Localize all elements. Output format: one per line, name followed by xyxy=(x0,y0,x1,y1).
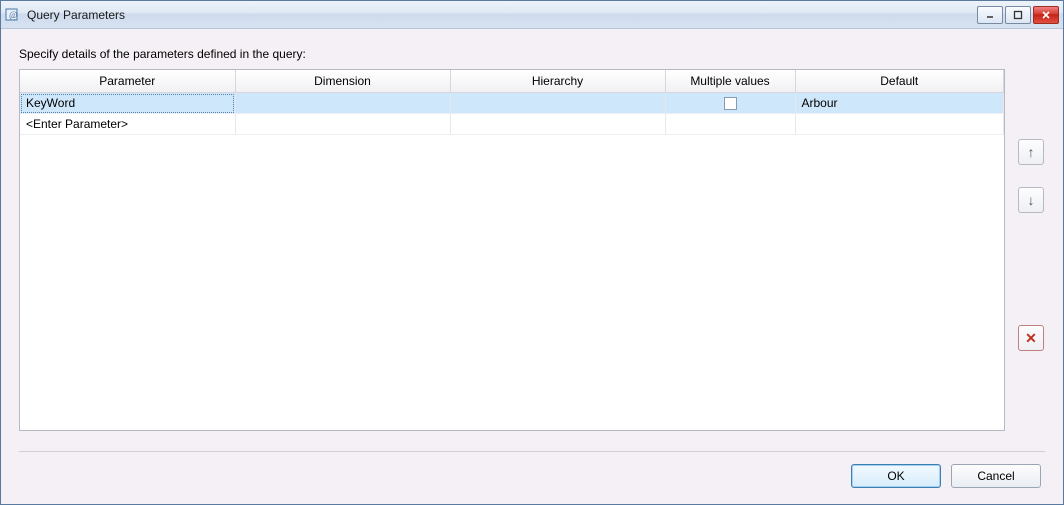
col-header-multiple[interactable]: Multiple values xyxy=(665,70,795,93)
instruction-label: Specify details of the parameters define… xyxy=(19,47,1045,61)
cell-hierarchy[interactable] xyxy=(450,93,665,114)
col-header-default[interactable]: Default xyxy=(795,70,1004,93)
col-header-parameter[interactable]: Parameter xyxy=(20,70,235,93)
move-up-button[interactable]: ↑ xyxy=(1018,139,1044,165)
cell-dimension[interactable] xyxy=(235,93,450,114)
cell-default[interactable] xyxy=(795,114,1004,135)
ok-button[interactable]: OK xyxy=(851,464,941,488)
titlebar[interactable]: @ Query Parameters xyxy=(1,1,1063,29)
header-row: Parameter Dimension Hierarchy Multiple v… xyxy=(20,70,1004,93)
cell-dimension[interactable] xyxy=(235,114,450,135)
minimize-button[interactable] xyxy=(977,6,1003,24)
app-icon: @ xyxy=(5,7,21,23)
arrow-down-icon: ↓ xyxy=(1028,192,1035,208)
move-down-button[interactable]: ↓ xyxy=(1018,187,1044,213)
delete-button[interactable]: ✕ xyxy=(1018,325,1044,351)
table-row[interactable]: <Enter Parameter> xyxy=(20,114,1004,135)
table-row[interactable]: KeyWord Arbour xyxy=(20,93,1004,114)
query-parameters-dialog: @ Query Parameters Specify details of th… xyxy=(0,0,1064,505)
sidebar-buttons: ↑ ↓ ✕ xyxy=(1017,69,1045,431)
col-header-hierarchy[interactable]: Hierarchy xyxy=(450,70,665,93)
svg-text:@: @ xyxy=(9,10,17,20)
cell-default[interactable]: Arbour xyxy=(795,93,1004,114)
cell-parameter[interactable]: <Enter Parameter> xyxy=(20,114,235,135)
cancel-button[interactable]: Cancel xyxy=(951,464,1041,488)
delete-icon: ✕ xyxy=(1025,330,1037,347)
window-title: Query Parameters xyxy=(27,8,977,22)
main-row: Parameter Dimension Hierarchy Multiple v… xyxy=(19,69,1045,431)
window-controls xyxy=(977,6,1059,24)
client-area: Specify details of the parameters define… xyxy=(1,29,1063,504)
cell-multiple[interactable] xyxy=(665,114,795,135)
cell-multiple[interactable] xyxy=(665,93,795,114)
footer-separator xyxy=(19,451,1045,452)
footer-buttons: OK Cancel xyxy=(19,464,1045,492)
cell-hierarchy[interactable] xyxy=(450,114,665,135)
col-header-dimension[interactable]: Dimension xyxy=(235,70,450,93)
multiple-checkbox[interactable] xyxy=(724,97,737,110)
maximize-button[interactable] xyxy=(1005,6,1031,24)
arrow-up-icon: ↑ xyxy=(1028,144,1035,160)
cell-parameter[interactable]: KeyWord xyxy=(20,93,235,114)
parameters-grid[interactable]: Parameter Dimension Hierarchy Multiple v… xyxy=(19,69,1005,431)
close-button[interactable] xyxy=(1033,6,1059,24)
